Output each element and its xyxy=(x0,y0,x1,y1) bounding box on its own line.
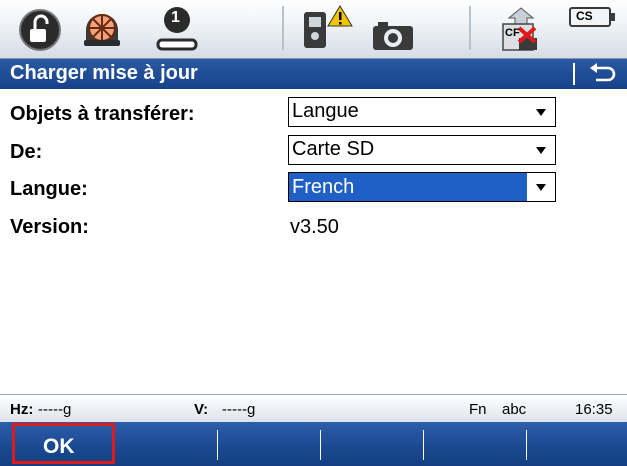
softkey-4[interactable] xyxy=(321,422,423,466)
back-button[interactable] xyxy=(586,61,620,87)
objects-label: Objets à transférer: xyxy=(10,103,195,125)
chevron-down-icon xyxy=(536,109,546,116)
softkey-separator xyxy=(526,430,527,460)
prism-icon[interactable] xyxy=(78,8,126,52)
cf-label: CF xyxy=(505,27,520,39)
softkey-separator xyxy=(320,430,321,460)
objects-dropdown[interactable]: Langue xyxy=(288,97,556,127)
v-label: V: xyxy=(194,401,209,418)
language-value: French xyxy=(289,173,527,201)
softkey-separator xyxy=(217,430,218,460)
language-dropdown[interactable]: French xyxy=(288,172,556,202)
hz-value: -----g xyxy=(38,401,72,418)
ok-label: OK xyxy=(43,435,75,458)
title-bar: Charger mise à jour xyxy=(0,59,627,89)
v-value: -----g xyxy=(222,401,256,418)
softkey-2[interactable] xyxy=(115,422,217,466)
cs-battery-icon[interactable]: CS xyxy=(568,6,618,28)
page-title: Charger mise à jour xyxy=(10,62,198,84)
softkey-3[interactable] xyxy=(218,422,320,466)
camera-icon[interactable] xyxy=(370,20,416,52)
objects-value: Langue xyxy=(292,100,359,122)
from-label: De: xyxy=(10,141,43,163)
hz-label: Hz: xyxy=(10,401,34,418)
title-separator xyxy=(573,63,575,85)
status-line: Hz: -----g V: -----g Fn abc 16:35 xyxy=(0,394,627,422)
face-number: 1 xyxy=(171,9,180,26)
softkey-separator xyxy=(423,430,424,460)
fn-indicator: Fn xyxy=(469,401,487,418)
status-icon-bar: 1 CF CS xyxy=(0,0,627,59)
icon-separator xyxy=(469,6,471,50)
cs-label: CS xyxy=(576,9,593,23)
lock-icon[interactable] xyxy=(18,8,62,52)
from-dropdown[interactable]: Carte SD xyxy=(288,135,556,165)
icon-separator xyxy=(282,6,284,50)
face-one-icon[interactable]: 1 xyxy=(152,4,202,54)
softkey-6[interactable] xyxy=(527,422,627,466)
version-value: v3.50 xyxy=(290,216,339,238)
chevron-down-icon xyxy=(536,147,546,154)
language-label: Langue: xyxy=(10,178,88,200)
instrument-warning-icon[interactable] xyxy=(300,4,356,54)
input-mode: abc xyxy=(502,401,527,418)
ok-button[interactable]: OK xyxy=(12,423,115,464)
softkey-bar: OK xyxy=(0,422,627,466)
back-arrow-icon xyxy=(590,63,616,82)
softkey-5[interactable] xyxy=(424,422,526,466)
chevron-down-icon xyxy=(536,184,546,191)
from-value: Carte SD xyxy=(292,138,375,160)
version-label: Version: xyxy=(10,216,89,238)
cf-card-icon[interactable]: CF xyxy=(497,6,543,54)
clock: 16:35 xyxy=(575,401,613,418)
